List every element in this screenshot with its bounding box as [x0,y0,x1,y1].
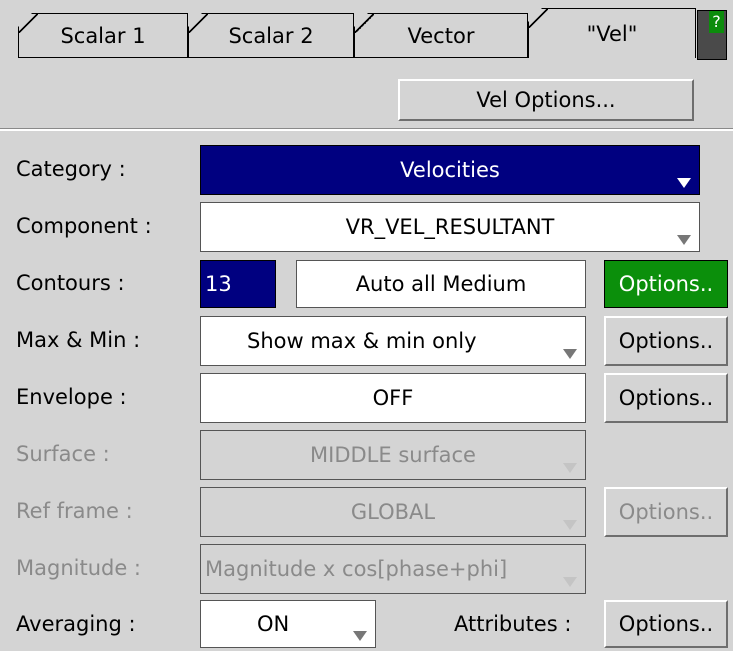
help-icon: ? [709,11,724,33]
ref-frame-label: Ref frame : [16,499,133,523]
attributes-label: Attributes : [454,612,572,636]
contours-mode-field[interactable]: Auto all Medium [296,260,586,308]
magnitude-dropdown: Magnitude x cos[phase+phi] [200,544,586,594]
section-divider [0,129,733,131]
averaging-value: ON [257,612,290,636]
dropdown-arrow-icon [353,631,367,641]
tab-vector[interactable]: Vector [354,13,528,57]
averaging-label: Averaging : [16,612,136,636]
maxmin-dropdown[interactable]: Show max & min only [200,316,586,366]
envelope-options-button[interactable]: Options.. [604,373,728,423]
dropdown-arrow-icon [563,349,577,359]
attributes-options-button[interactable]: Options.. [604,600,728,648]
vel-options-button[interactable]: Vel Options... [398,79,694,121]
dropdown-arrow-icon [563,463,577,473]
component-dropdown[interactable]: VR_VEL_RESULTANT [200,202,700,252]
surface-dropdown: MIDDLE surface [200,430,586,480]
magnitude-label: Magnitude : [16,556,142,580]
category-label: Category : [16,157,126,181]
ref-frame-value: GLOBAL [350,500,436,524]
component-value: VR_VEL_RESULTANT [345,215,555,239]
contours-options-button[interactable]: Options.. [604,260,728,308]
maxmin-label: Max & Min : [16,328,141,352]
tab-scalar-1[interactable]: Scalar 1 [18,13,188,57]
category-value: Velocities [400,158,500,182]
surface-label: Surface : [16,442,110,466]
envelope-field[interactable]: OFF [200,373,586,423]
envelope-label: Envelope : [16,385,127,409]
averaging-dropdown[interactable]: ON [200,600,376,648]
help-button[interactable]: ? [697,10,727,60]
ref-frame-dropdown: GLOBAL [200,487,586,537]
maxmin-options-button[interactable]: Options.. [604,316,728,366]
tab-baseline [18,57,528,58]
ref-frame-options-button: Options.. [604,487,728,537]
surface-value: MIDDLE surface [310,443,476,467]
tab-scalar-2[interactable]: Scalar 2 [188,13,354,57]
dropdown-arrow-icon [677,235,691,245]
component-label: Component : [16,214,152,238]
dropdown-arrow-icon [677,178,691,188]
magnitude-value: Magnitude x cos[phase+phi] [205,557,508,581]
contours-count-input[interactable]: 13 [200,260,276,308]
category-dropdown[interactable]: Velocities [200,145,700,195]
dropdown-arrow-icon [563,520,577,530]
dropdown-arrow-icon [563,577,577,587]
contours-label: Contours : [16,271,125,295]
tab-vel[interactable]: "Vel" [528,8,696,58]
maxmin-value: Show max & min only [247,329,477,353]
